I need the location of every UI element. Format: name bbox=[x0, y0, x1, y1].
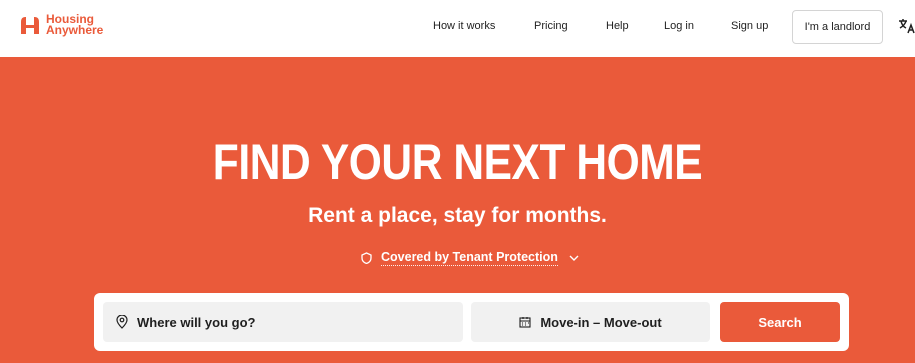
destination-placeholder: Where will you go? bbox=[137, 314, 256, 330]
hero-section: FIND YOUR NEXT HOME Rent a place, stay f… bbox=[0, 57, 915, 363]
tenant-protection-label: Covered by Tenant Protection bbox=[381, 250, 558, 266]
chevron-down-icon bbox=[569, 255, 579, 261]
date-range-picker[interactable]: Move-in – Move-out bbox=[471, 302, 710, 342]
site-header: Housing Anywhere How it works Pricing He… bbox=[0, 0, 915, 57]
logo-line-2: Anywhere bbox=[46, 23, 104, 37]
nav-pricing[interactable]: Pricing bbox=[534, 20, 568, 32]
landlord-button[interactable]: I'm a landlord bbox=[792, 10, 883, 44]
logo-icon bbox=[21, 17, 39, 34]
logo-text: Housing Anywhere bbox=[46, 13, 104, 37]
shield-icon bbox=[361, 252, 372, 264]
nav-signup[interactable]: Sign up bbox=[731, 20, 768, 32]
hero-title: FIND YOUR NEXT HOME bbox=[212, 134, 703, 190]
hero-subtitle: Rent a place, stay for months. bbox=[308, 204, 607, 227]
date-range-label: Move-in – Move-out bbox=[540, 314, 662, 330]
logo[interactable]: Housing Anywhere bbox=[19, 13, 104, 37]
search-bar: Where will you go? Move-in – Move-out Se… bbox=[94, 293, 849, 351]
nav-help[interactable]: Help bbox=[606, 20, 629, 32]
search-button[interactable]: Search bbox=[720, 302, 840, 342]
destination-input[interactable]: Where will you go? bbox=[103, 302, 463, 342]
calendar-icon bbox=[519, 317, 531, 328]
tenant-protection-link[interactable]: Covered by Tenant Protection bbox=[361, 248, 579, 268]
nav-how-it-works[interactable]: How it works bbox=[433, 20, 495, 32]
nav-login[interactable]: Log in bbox=[664, 20, 694, 32]
translate-icon[interactable] bbox=[898, 17, 915, 35]
location-pin-icon bbox=[116, 315, 128, 329]
